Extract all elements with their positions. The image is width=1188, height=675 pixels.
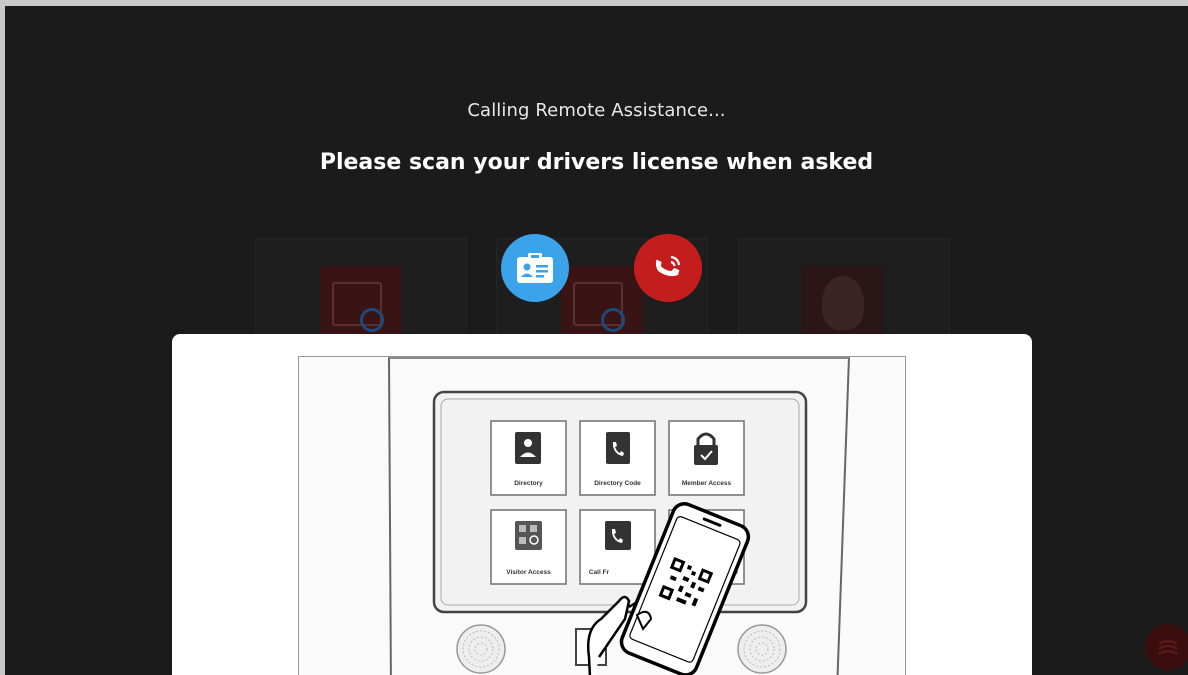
kiosk-tile: Directory: [490, 420, 567, 496]
instruction-card: Directory Directory Code Member Access V…: [172, 334, 1032, 675]
scan-instruction-heading: Please scan your drivers license when as…: [319, 150, 874, 175]
kiosk-tile: Directory Code: [579, 420, 656, 496]
speaker-grille: [456, 624, 506, 674]
face-recognition-icon: [802, 266, 884, 336]
kiosk-tile: Member Access: [668, 420, 745, 496]
scan-id-button[interactable]: [501, 234, 569, 302]
phone-hangup-icon: [655, 255, 681, 277]
kiosk-tile: Visitor Access: [490, 509, 567, 585]
qr-scan-icon: [561, 266, 643, 336]
kiosk-tile: Call Fr: [579, 509, 656, 585]
tile-label: Call Fr: [589, 569, 610, 576]
kiosk-illustration: Directory Directory Code Member Access V…: [298, 356, 906, 675]
contact-book-icon: [515, 432, 541, 464]
tile-label: Directory: [514, 480, 543, 487]
phone-book-icon: [606, 432, 630, 464]
sound-wave-icon[interactable]: [1145, 624, 1188, 670]
end-call-button[interactable]: [634, 234, 702, 302]
speaker-grille: [737, 624, 787, 674]
qr-scan-icon: [320, 266, 402, 336]
call-status-text: Calling Remote Assistance...: [467, 100, 726, 121]
remote-assistance-screen: Calling Remote Assistance... Please scan…: [5, 6, 1188, 675]
waves-icon: [1158, 639, 1178, 656]
tile-label: Member Access: [682, 480, 732, 487]
kiosk-drawing: Directory Directory Code Member Access V…: [388, 357, 850, 675]
tile-label: Visitor Access: [506, 569, 551, 576]
id-card-icon: [517, 253, 553, 283]
tile-label: Directory Code: [594, 480, 641, 487]
phone-icon: [605, 521, 631, 550]
